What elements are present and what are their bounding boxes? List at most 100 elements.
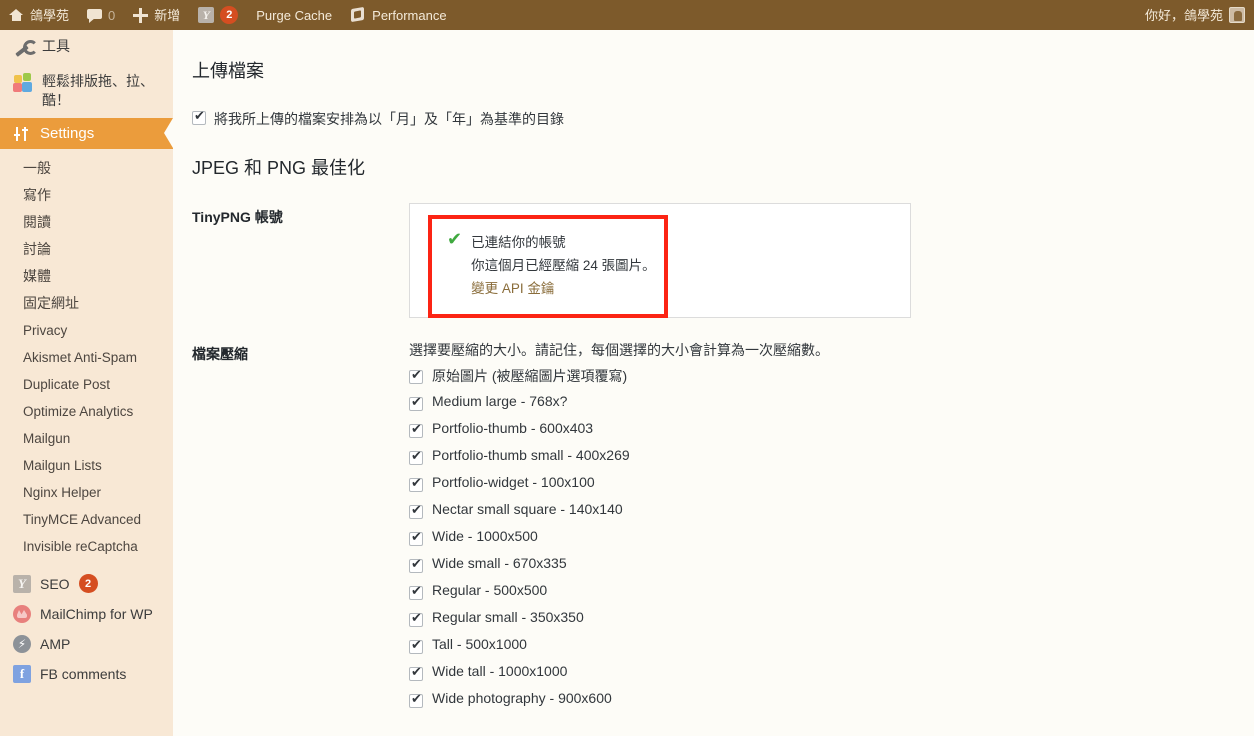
size-checkbox-row[interactable]: Portfolio-widget - 100x100 — [409, 474, 1254, 501]
image-sizes-checkbox-list: 原始圖片 (被壓縮圖片選項覆寫) Medium large - 768x? Po… — [409, 366, 1254, 717]
sidebar-item-label-fb-comments: FB comments — [40, 666, 127, 682]
submenu-item-nginx-helper[interactable]: Nginx Helper — [0, 479, 173, 506]
house-icon — [9, 8, 24, 22]
sidebar-item-tools[interactable]: 工具 — [0, 30, 173, 65]
submenu-item-privacy[interactable]: Privacy — [0, 317, 173, 344]
sidebar-item-seo[interactable]: Y SEO 2 — [0, 568, 173, 599]
admin-sidebar-menu: 工具 輕鬆排版拖、拉、酷！ Settings 一般 寫作 閱讀 討論 媒體 固定… — [0, 30, 173, 736]
size-checkbox[interactable] — [409, 449, 423, 465]
size-checkbox[interactable] — [409, 584, 423, 600]
tinypng-usage-text: 你這個月已經壓縮 24 張圖片。 — [471, 257, 656, 273]
blocks-icon — [13, 73, 33, 93]
size-label: Portfolio-thumb - 600x403 — [432, 419, 594, 436]
admin-bar-site-name[interactable]: 鴿學苑 — [0, 0, 78, 30]
admin-bar-yoast-seo[interactable]: Y 2 — [189, 0, 247, 30]
submenu-item-writing[interactable]: 寫作 — [0, 182, 173, 209]
upload-files-heading: 上傳檔案 — [192, 61, 264, 81]
wrench-icon — [13, 38, 38, 58]
organize-uploads-row[interactable]: 將我所上傳的檔案安排為以「月」及「年」為基準的目錄 — [173, 83, 1254, 129]
submenu-item-akismet[interactable]: Akismet Anti-Spam — [0, 344, 173, 371]
comment-count-label: 0 — [108, 7, 116, 23]
mailchimp-icon — [13, 605, 31, 623]
performance-label: Performance — [372, 7, 447, 23]
size-checkbox-row[interactable]: Nectar small square - 140x140 — [409, 501, 1254, 528]
admin-bar-my-account[interactable]: 你好，鴿學苑 — [1136, 0, 1254, 30]
file-compression-label: 檔案壓縮 — [192, 345, 248, 362]
size-checkbox[interactable] — [409, 368, 423, 384]
seo-notification-badge: 2 — [78, 574, 98, 593]
settings-sliders-icon — [13, 125, 31, 143]
admin-bar-new-content[interactable]: 新增 — [124, 0, 189, 30]
size-checkbox[interactable] — [409, 395, 423, 411]
size-checkbox-row[interactable]: Regular - 500x500 — [409, 582, 1254, 609]
size-checkbox-row[interactable]: Wide photography - 900x600 — [409, 690, 1254, 717]
size-checkbox-row[interactable]: Wide small - 670x335 — [409, 555, 1254, 582]
sidebar-item-label-settings: Settings — [40, 125, 95, 142]
size-checkbox[interactable] — [409, 557, 423, 573]
admin-bar: 鴿學苑 0 新增 Y 2 Purge Cache Performance 你好，… — [0, 0, 1254, 30]
size-checkbox-row[interactable]: Tall - 500x1000 — [409, 636, 1254, 663]
sidebar-item-label-tools: 工具 — [42, 38, 70, 54]
submenu-item-optimize-analytics[interactable]: Optimize Analytics — [0, 398, 173, 425]
size-checkbox[interactable] — [409, 422, 423, 438]
main-content: 上傳檔案 將我所上傳的檔案安排為以「月」及「年」為基準的目錄 JPEG 和 PN… — [173, 30, 1254, 736]
admin-bar-comments[interactable]: 0 — [78, 0, 124, 30]
submenu-item-duplicate-post[interactable]: Duplicate Post — [0, 371, 173, 398]
new-content-label: 新增 — [154, 7, 181, 23]
size-label: Wide small - 670x335 — [432, 554, 567, 571]
sidebar-item-label-page-builder: 輕鬆排版拖、拉、酷！ — [42, 73, 154, 108]
sidebar-item-label-mailchimp: MailChimp for WP — [40, 606, 153, 622]
sidebar-item-label-seo: SEO — [40, 575, 70, 592]
file-compression-field: 選擇要壓縮的大小。請記住，每個選擇的大小會計算為一次壓縮數。 原始圖片 (被壓縮… — [409, 340, 1254, 717]
size-checkbox[interactable] — [409, 530, 423, 546]
admin-bar-purge-cache[interactable]: Purge Cache — [247, 0, 341, 30]
size-checkbox[interactable] — [409, 503, 423, 519]
yoast-icon: Y — [13, 574, 31, 593]
size-label: Nectar small square - 140x140 — [432, 500, 623, 517]
size-checkbox-row[interactable]: Wide tall - 1000x1000 — [409, 663, 1254, 690]
submenu-item-tinymce-advanced[interactable]: TinyMCE Advanced — [0, 506, 173, 533]
organize-uploads-checkbox[interactable] — [192, 109, 206, 126]
change-api-key-link[interactable]: 變更 API 金鑰 — [471, 281, 554, 296]
submenu-item-discussion[interactable]: 討論 — [0, 236, 173, 263]
size-checkbox[interactable] — [409, 692, 423, 708]
tinypng-account-row: TinyPNG 帳號 ✔ 已連結你的帳號 你這個月已經壓縮 24 張圖片。 變更… — [173, 202, 1254, 318]
sidebar-item-label-amp: AMP — [40, 636, 71, 652]
sidebar-item-amp[interactable]: ⚡ AMP — [0, 629, 173, 659]
submenu-item-invisible-recaptcha[interactable]: Invisible reCaptcha — [0, 533, 173, 560]
size-label: Portfolio-widget - 100x100 — [432, 473, 595, 490]
submenu-item-mailgun[interactable]: Mailgun — [0, 425, 173, 452]
size-checkbox-row[interactable]: Regular small - 350x350 — [409, 609, 1254, 636]
account-greeting-label: 你好，鴿學苑 — [1144, 7, 1223, 23]
sidebar-item-mailchimp[interactable]: MailChimp for WP — [0, 599, 173, 629]
size-label: Wide - 1000x500 — [432, 527, 538, 544]
size-label: Portfolio-thumb small - 400x269 — [432, 446, 630, 463]
size-checkbox[interactable] — [409, 476, 423, 492]
admin-bar-performance[interactable]: Performance — [341, 0, 455, 30]
submenu-item-mailgun-lists[interactable]: Mailgun Lists — [0, 452, 173, 479]
size-checkbox-row[interactable]: 原始圖片 (被壓縮圖片選項覆寫) — [409, 366, 1254, 393]
size-label: Regular small - 350x350 — [432, 608, 584, 625]
submenu-item-media[interactable]: 媒體 — [0, 263, 173, 290]
plus-icon — [133, 7, 149, 23]
submenu-item-general[interactable]: 一般 — [0, 155, 173, 182]
sidebar-item-fb-comments[interactable]: f FB comments — [0, 659, 173, 689]
tinypng-account-field: ✔ 已連結你的帳號 你這個月已經壓縮 24 張圖片。 變更 API 金鑰 — [409, 202, 1254, 318]
size-checkbox-row[interactable]: Portfolio-thumb small - 400x269 — [409, 447, 1254, 474]
cube-icon — [350, 7, 366, 23]
sidebar-item-page-builder[interactable]: 輕鬆排版拖、拉、酷！ — [0, 65, 173, 117]
size-checkbox-row[interactable]: Wide - 1000x500 — [409, 528, 1254, 555]
size-label: Wide photography - 900x600 — [432, 689, 612, 706]
comment-bubble-icon — [87, 8, 103, 23]
size-checkbox[interactable] — [409, 665, 423, 681]
size-checkbox-row[interactable]: Medium large - 768x? — [409, 393, 1254, 420]
submenu-item-reading[interactable]: 閱讀 — [0, 209, 173, 236]
size-checkbox-row[interactable]: Portfolio-thumb - 600x403 — [409, 420, 1254, 447]
submenu-item-permalinks[interactable]: 固定網址 — [0, 290, 173, 317]
size-checkbox[interactable] — [409, 638, 423, 654]
size-checkbox[interactable] — [409, 611, 423, 627]
yoast-notification-badge: 2 — [220, 6, 239, 24]
size-label: Wide tall - 1000x1000 — [432, 662, 568, 679]
sidebar-item-settings[interactable]: Settings — [0, 118, 173, 149]
green-check-icon: ✔ — [447, 228, 463, 249]
